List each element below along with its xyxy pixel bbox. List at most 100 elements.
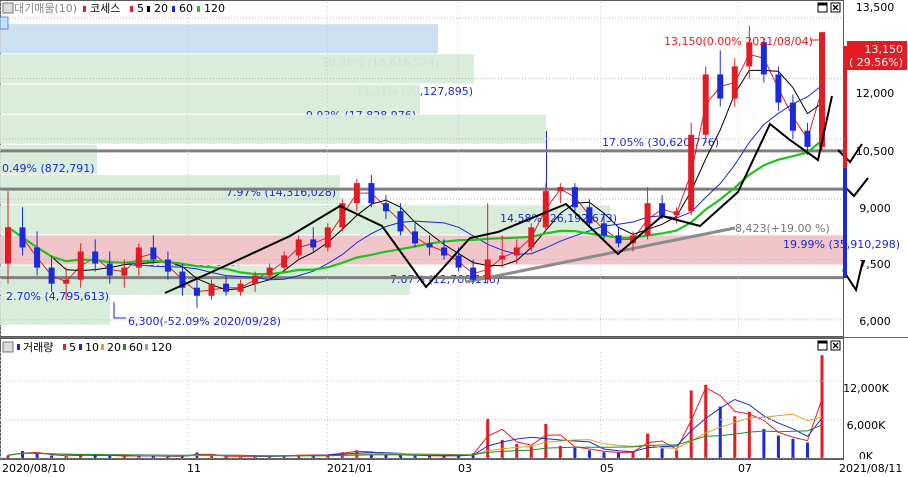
volume-bar — [544, 423, 548, 458]
candle-body — [193, 287, 200, 296]
legend-stock-name: 코세스 — [90, 2, 120, 15]
legend-volume-title: 거래량 — [23, 341, 53, 354]
legend-vma60-swatch — [123, 344, 126, 350]
candle-body — [208, 283, 215, 296]
volume-bar — [21, 450, 25, 458]
candle-body — [586, 207, 593, 224]
x-tick: 07 — [738, 462, 752, 475]
stock-chart-window: 10.36% (18,616,524)11.21% (20,127,895)9.… — [0, 0, 908, 477]
volume-bar — [587, 450, 591, 458]
legend-vma10-label: 10 — [85, 341, 99, 354]
volume-bar — [747, 411, 751, 458]
candle-body — [528, 227, 535, 248]
volume-bar — [529, 446, 533, 458]
candle-body — [659, 203, 666, 216]
candle-body — [353, 183, 360, 204]
legend-ma60-label: 60 — [179, 2, 193, 15]
candle-body — [135, 247, 142, 268]
candle-body — [397, 211, 404, 232]
volume-bar — [35, 453, 39, 458]
candle-body — [368, 183, 375, 204]
high-annotation: 13,150(0.00% 2021/08/04) — [664, 35, 813, 48]
volume-axis: 12,000K 6,000K 0K — [843, 382, 889, 463]
candle-body — [673, 211, 680, 216]
volume-bar — [689, 390, 693, 458]
candle-body — [600, 223, 607, 236]
candle-body — [499, 255, 506, 260]
candle-body — [48, 267, 55, 284]
volume-bar — [660, 448, 664, 458]
supply-band — [0, 54, 474, 84]
volume-bar — [820, 355, 824, 458]
x-tick: 05 — [600, 462, 614, 475]
volume-bar — [776, 435, 780, 458]
supply-band — [0, 235, 843, 265]
candle-body — [470, 267, 477, 280]
legend-ma5-swatch — [130, 6, 133, 12]
collapse-icon[interactable] — [0, 16, 9, 30]
candle-body — [324, 227, 331, 248]
volume-bar — [617, 452, 620, 458]
legend-ma120-swatch — [197, 6, 200, 12]
candle-body — [34, 247, 41, 268]
price-tick: 13,500 — [856, 1, 895, 14]
legend-vma120-label: 120 — [151, 341, 172, 354]
current-price-value: 13,150 — [865, 43, 904, 56]
candle-body — [702, 74, 709, 135]
candle-body — [382, 203, 389, 212]
candle-body — [237, 283, 244, 292]
volume-bar — [805, 442, 809, 458]
current-price-badge: 13,150 ( 29.56%) — [847, 41, 907, 70]
volume-bar — [718, 406, 722, 458]
volume-bar — [675, 450, 679, 458]
price-tick: 7,500 — [859, 258, 891, 271]
supply-band-label: 19.99% (35,910,298) — [783, 238, 900, 251]
volume-plot-area[interactable] — [0, 338, 844, 459]
candle-body — [266, 267, 273, 276]
x-axis: 2020/08/10 11 2021/01 03 05 07 2021/08/1… — [0, 459, 908, 477]
legend-vma20-swatch — [101, 344, 104, 350]
legend-ma60-swatch — [172, 6, 175, 12]
legend-vma60-label: 60 — [129, 341, 143, 354]
settings-icon[interactable] — [2, 341, 14, 353]
legend-vma120-swatch — [145, 344, 148, 350]
candle-body — [223, 283, 230, 292]
maximize-icon-bar — [818, 341, 827, 344]
today-move-bar — [843, 46, 847, 168]
candle-body — [426, 243, 433, 248]
volume-bar — [762, 429, 766, 458]
chart-canvas[interactable]: 10.36% (18,616,524)11.21% (20,127,895)9.… — [0, 0, 908, 477]
x-tick: 2020/08/10 — [2, 462, 65, 475]
x-tick: 2021/01 — [327, 462, 373, 475]
legend-vma20-label: 20 — [107, 341, 121, 354]
x-axis-bg — [0, 459, 908, 477]
x-tick: 03 — [458, 462, 472, 475]
candle-body — [688, 134, 695, 212]
legend-ma120-label: 120 — [204, 2, 225, 15]
volume-bar — [791, 438, 795, 458]
supply-band — [0, 24, 438, 54]
candle-body — [804, 130, 811, 147]
x-tick: 11 — [187, 462, 201, 475]
legend-ma20-label: 20 — [154, 2, 168, 15]
supply-band-label: 0.49% (872,791) — [2, 162, 95, 175]
candle-body — [5, 227, 11, 264]
candle-body — [77, 251, 84, 280]
candle-body — [775, 74, 782, 103]
candle-body — [63, 279, 70, 284]
volume-bar — [573, 447, 577, 458]
candle-body — [252, 275, 259, 284]
price-tick: 10,500 — [856, 145, 895, 158]
candle-body — [731, 66, 738, 99]
maximize-icon-bar — [818, 3, 827, 6]
volume-tick: 12,000K — [843, 382, 889, 395]
candle-body — [106, 263, 113, 276]
price-tick: 9,000 — [859, 202, 891, 215]
candle-body — [789, 102, 796, 131]
settings-icon[interactable] — [2, 2, 14, 14]
check-mark — [845, 177, 869, 198]
candle-body — [717, 74, 724, 99]
low-annotation: 6,300(-52.09% 2020/09/28) — [128, 315, 281, 328]
candle-body — [92, 251, 99, 264]
candle-body — [571, 187, 578, 208]
